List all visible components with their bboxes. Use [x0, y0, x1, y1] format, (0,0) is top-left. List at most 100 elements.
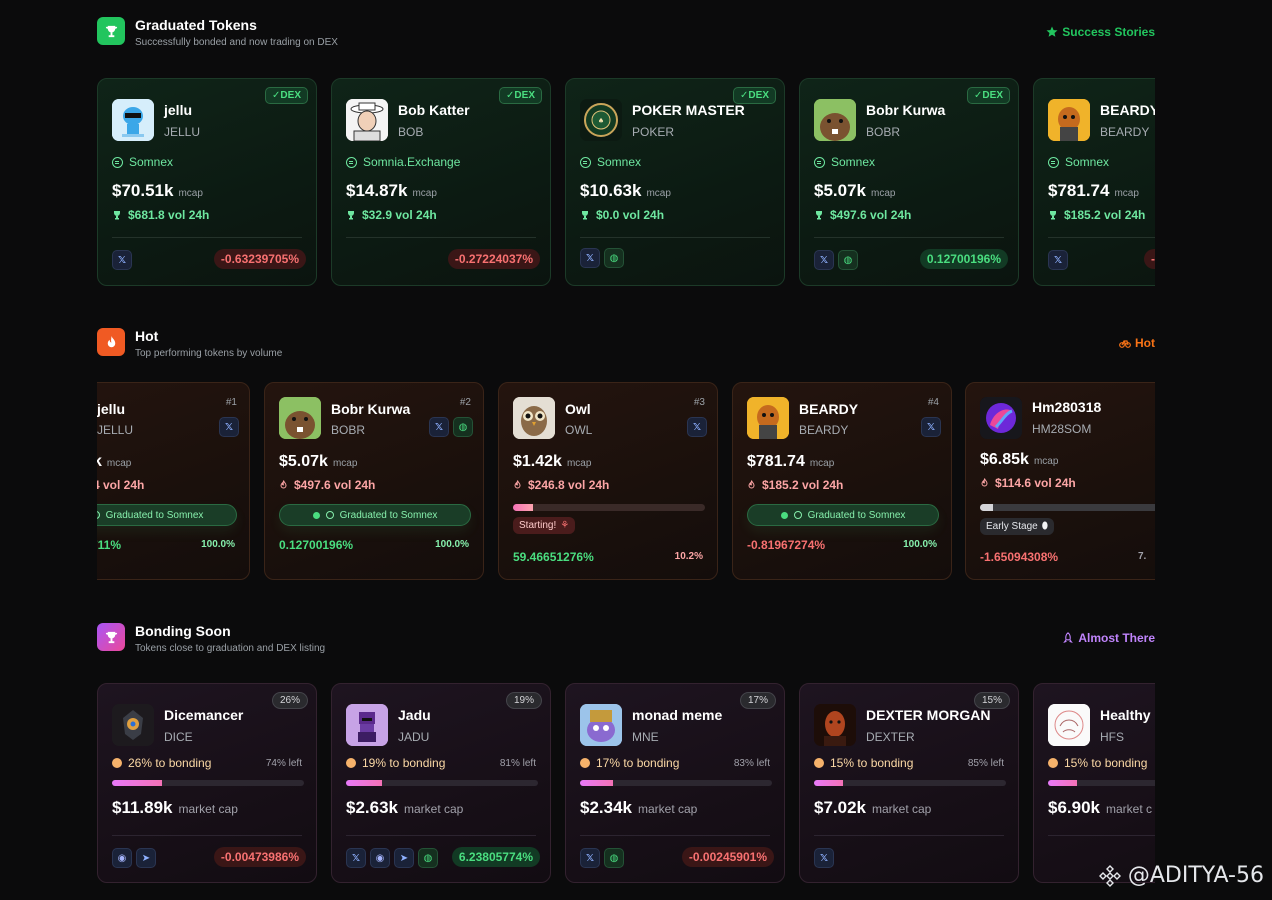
trophy-icon	[582, 211, 588, 220]
market-cap-label: mcap	[1114, 188, 1139, 199]
bonding-progress-label: 15% to bonding	[1048, 756, 1147, 770]
token-card-poker-master[interactable]: ♠ POKER MASTER POKER ✓DEX Somnex $10.63k…	[565, 78, 785, 286]
platform-name: Somnia.Exchange	[363, 155, 461, 169]
almost-there-link[interactable]: Almost There	[1062, 631, 1155, 645]
x-icon[interactable]: 𝕏	[346, 848, 366, 868]
x-icon[interactable]: 𝕏	[814, 250, 834, 270]
x-icon[interactable]: 𝕏	[580, 848, 600, 868]
hot-card-jellu[interactable]: jellu JELLU #1 𝕏 k mcap 4 vol 24h Graduat…	[97, 382, 250, 580]
rank-label: #2	[459, 397, 471, 408]
bonding-percent: 100.0%	[201, 539, 235, 550]
market-cap-value: $10.63k	[580, 181, 642, 200]
market-cap-label: market c	[1106, 802, 1153, 816]
social-links: 𝕏 ◍	[580, 248, 624, 268]
hot-card-beardy[interactable]: BEARDY BEARDY #4 𝕏 $781.74 mcap $185.2 vo…	[732, 382, 952, 580]
x-icon[interactable]: 𝕏	[429, 417, 449, 437]
bonding-card-dicemancer[interactable]: Dicemancer DICE 26% 26% to bonding 74% l…	[97, 683, 317, 883]
market-cap-label: market cap	[638, 802, 698, 816]
graduated-pill: Graduated to Somnex	[97, 504, 237, 526]
social-links: 𝕏	[687, 417, 707, 437]
section-title: Hot	[135, 328, 159, 344]
dex-badge: ✓DEX	[265, 87, 308, 104]
token-card-bobr-kurwa[interactable]: Bobr Kurwa BOBR ✓DEX Somnex $5.07k mcap $…	[799, 78, 1019, 286]
market-cap-value: $781.74	[747, 453, 805, 470]
hot-card-owl[interactable]: Owl OWL #3 𝕏 $1.42k mcap $246.8 vol 24h S…	[498, 382, 718, 580]
exchange-icon	[1048, 156, 1059, 168]
bonding-card-dexter-morgan[interactable]: DEXTER MORGAN DEXTER 15% 15% to bonding …	[799, 683, 1019, 883]
token-card-bob-katter[interactable]: Bob Katter BOB ✓DEX Somnia.Exchange $14.…	[331, 78, 551, 286]
flame-icon	[981, 478, 988, 487]
token-name: Bob Katter	[398, 102, 470, 118]
token-avatar	[346, 704, 388, 746]
x-icon[interactable]: 𝕏	[219, 417, 239, 437]
globe-icon[interactable]: ◍	[838, 250, 858, 270]
section-subtitle: Successfully bonded and now trading on D…	[135, 37, 338, 48]
telegram-icon[interactable]: ➤	[136, 848, 156, 868]
bonding-badge: 17%	[739, 692, 776, 709]
hot-card-hm280318[interactable]: Hm280318 HM28SOM $6.85k mcap $114.6 vol 2…	[965, 382, 1155, 580]
early-stage-badge: Early Stage ⬮	[980, 518, 1054, 535]
x-icon[interactable]: 𝕏	[112, 250, 132, 270]
x-icon[interactable]: 𝕏	[1048, 250, 1068, 270]
starting-badge: Starting! ⚘	[513, 517, 576, 534]
flame-icon	[97, 328, 125, 356]
globe-icon[interactable]: ◍	[453, 417, 473, 437]
token-symbol: BEARDY	[1100, 125, 1150, 139]
globe-icon[interactable]: ◍	[604, 848, 624, 868]
social-links: 𝕏	[219, 417, 239, 437]
x-icon[interactable]: 𝕏	[814, 848, 834, 868]
telegram-icon[interactable]: ➤	[394, 848, 414, 868]
token-avatar	[580, 704, 622, 746]
x-icon[interactable]: 𝕏	[580, 248, 600, 268]
bonding-card-jadu[interactable]: Jadu JADU 19% 19% to bonding 81% left $2…	[331, 683, 551, 883]
social-links: 𝕏	[1048, 250, 1068, 270]
bonding-card-healthy[interactable]: Healthy I HFS 15% to bonding $6.90k marke…	[1033, 683, 1155, 883]
social-links: 𝕏 ◍	[429, 417, 473, 437]
token-symbol: JELLU	[97, 423, 134, 437]
social-links: 𝕏	[112, 250, 132, 270]
price-change: -1.65094308%	[980, 550, 1059, 564]
x-icon[interactable]: 𝕏	[921, 417, 941, 437]
social-links: 𝕏	[921, 417, 941, 437]
globe-icon[interactable]: ◍	[604, 248, 624, 268]
hot-card-bobr-kurwa[interactable]: Bobr Kurwa BOBR #2 𝕏 ◍ $5.07k mcap $497.6 …	[264, 382, 484, 580]
graduated-section: Graduated Tokens Successfully bonded and…	[97, 17, 1155, 286]
progress-fill	[1048, 780, 1077, 786]
hot-link[interactable]: Hot	[1119, 336, 1155, 350]
token-card-beardy[interactable]: BEARDY BEARDY Somnex $781.74 mcap $185.2 …	[1033, 78, 1155, 286]
platform-name: Somnex	[597, 155, 642, 169]
market-cap-value: $2.34k	[580, 798, 632, 817]
globe-icon[interactable]: ◍	[418, 848, 438, 868]
bonding-header: Bonding Soon Tokens close to graduation …	[97, 623, 1155, 673]
platform-label: Somnex	[1048, 155, 1109, 169]
egg-icon: ⬮	[1041, 521, 1048, 532]
bonding-card-monad-meme[interactable]: monad meme MNE 17% 17% to bonding 83% le…	[565, 683, 785, 883]
bonding-progress-label: 19% to bonding	[346, 756, 445, 770]
divider	[580, 237, 770, 238]
market-cap-value: $5.07k	[279, 453, 328, 470]
market-cap-value: $7.02k	[814, 798, 866, 817]
token-card-jellu[interactable]: jellu JELLU ✓DEX Somnex $70.51k mcap $681…	[97, 78, 317, 286]
discord-icon[interactable]: ◉	[370, 848, 390, 868]
hot-section: Hot Top performing tokens by volume Hot …	[97, 328, 1155, 580]
price-change: 6.23805774%	[451, 847, 540, 867]
token-name: Healthy I	[1100, 707, 1155, 723]
market-cap-value: $6.90k	[1048, 798, 1100, 817]
bonding-badge: 15%	[973, 692, 1010, 709]
exchange-icon	[814, 156, 825, 168]
success-stories-link[interactable]: Success Stories	[1046, 25, 1155, 39]
discord-icon[interactable]: ◉	[112, 848, 132, 868]
token-avatar	[980, 397, 1022, 439]
x-icon[interactable]: 𝕏	[687, 417, 707, 437]
bonding-progress-bar	[513, 504, 705, 511]
market-cap-value: $70.51k	[112, 181, 174, 200]
bonding-remaining: 83% left	[733, 758, 770, 769]
token-name: Jadu	[398, 707, 431, 723]
exchange-icon	[325, 511, 334, 519]
market-cap-label: market cap	[178, 802, 238, 816]
market-cap: $11.89k market cap	[112, 798, 238, 818]
token-symbol: OWL	[565, 423, 593, 437]
social-links: ◉ ➤	[112, 848, 156, 868]
graduated-header: Graduated Tokens Successfully bonded and…	[97, 17, 1155, 67]
market-cap: $2.63k market cap	[346, 798, 463, 818]
